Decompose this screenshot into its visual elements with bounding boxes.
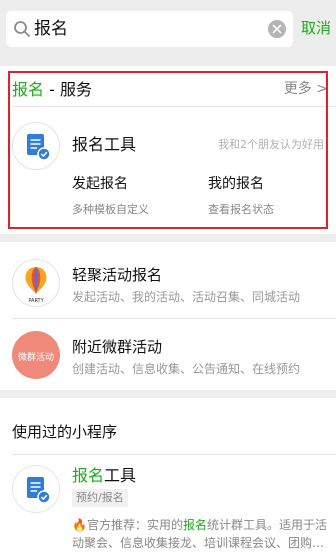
used-mini-programs-card: 使用过的小程序 报名工具 预约/报名 🔥官方推荐：实用的报名统计群工具。适用于活…	[0, 398, 336, 557]
search-bar: 报名 取消	[0, 0, 336, 60]
search-input[interactable]: 报名	[6, 11, 293, 47]
desc-keyword: 报名	[182, 518, 207, 532]
results-list: PARTY 轻聚活动报名 发起活动、我的活动、活动召集、同城活动 微群活动 附近…	[0, 242, 336, 390]
result-desc: 发起活动、我的活动、活动召集、同城活动	[72, 290, 301, 304]
used-item-title: 报名工具	[72, 465, 136, 487]
result-title: 附近微群活动	[72, 338, 163, 356]
cancel-button[interactable]: 取消	[301, 17, 331, 39]
form-document-icon	[27, 477, 51, 504]
search-icon	[14, 21, 30, 37]
micro-group-activity-icon: 微群活动	[12, 331, 60, 379]
party-balloon-icon: PARTY	[12, 259, 60, 307]
used-title-rest: 工具	[104, 466, 137, 485]
party-icon-text: PARTY	[28, 298, 44, 304]
result-desc: 创建活动、信息收集、公告通知、在线预约	[72, 362, 301, 376]
signup-tool-icon	[12, 465, 60, 513]
used-title-keyword: 报名	[72, 466, 105, 485]
highlight-box	[8, 71, 328, 229]
result-title: 轻聚活动报名	[72, 266, 163, 284]
category-tag: 预约/报名	[72, 489, 128, 507]
clear-icon[interactable]	[268, 20, 286, 38]
used-item-desc: 🔥官方推荐：实用的报名统计群工具。适用于活动聚会、信息收集接龙、培训课程会议、团…	[72, 516, 334, 552]
group-icon-text: 微群活动	[18, 351, 54, 363]
desc-prefix: 🔥官方推荐：实用的	[72, 518, 183, 532]
divider	[12, 454, 336, 455]
service-card: 报名 - 服务 更多 > 报名工具 我和2个朋友认为好用 发起报名 多种模板自定…	[0, 66, 336, 234]
search-query: 报名	[34, 19, 68, 39]
used-section-header: 使用过的小程序	[12, 423, 118, 441]
divider	[12, 318, 336, 319]
